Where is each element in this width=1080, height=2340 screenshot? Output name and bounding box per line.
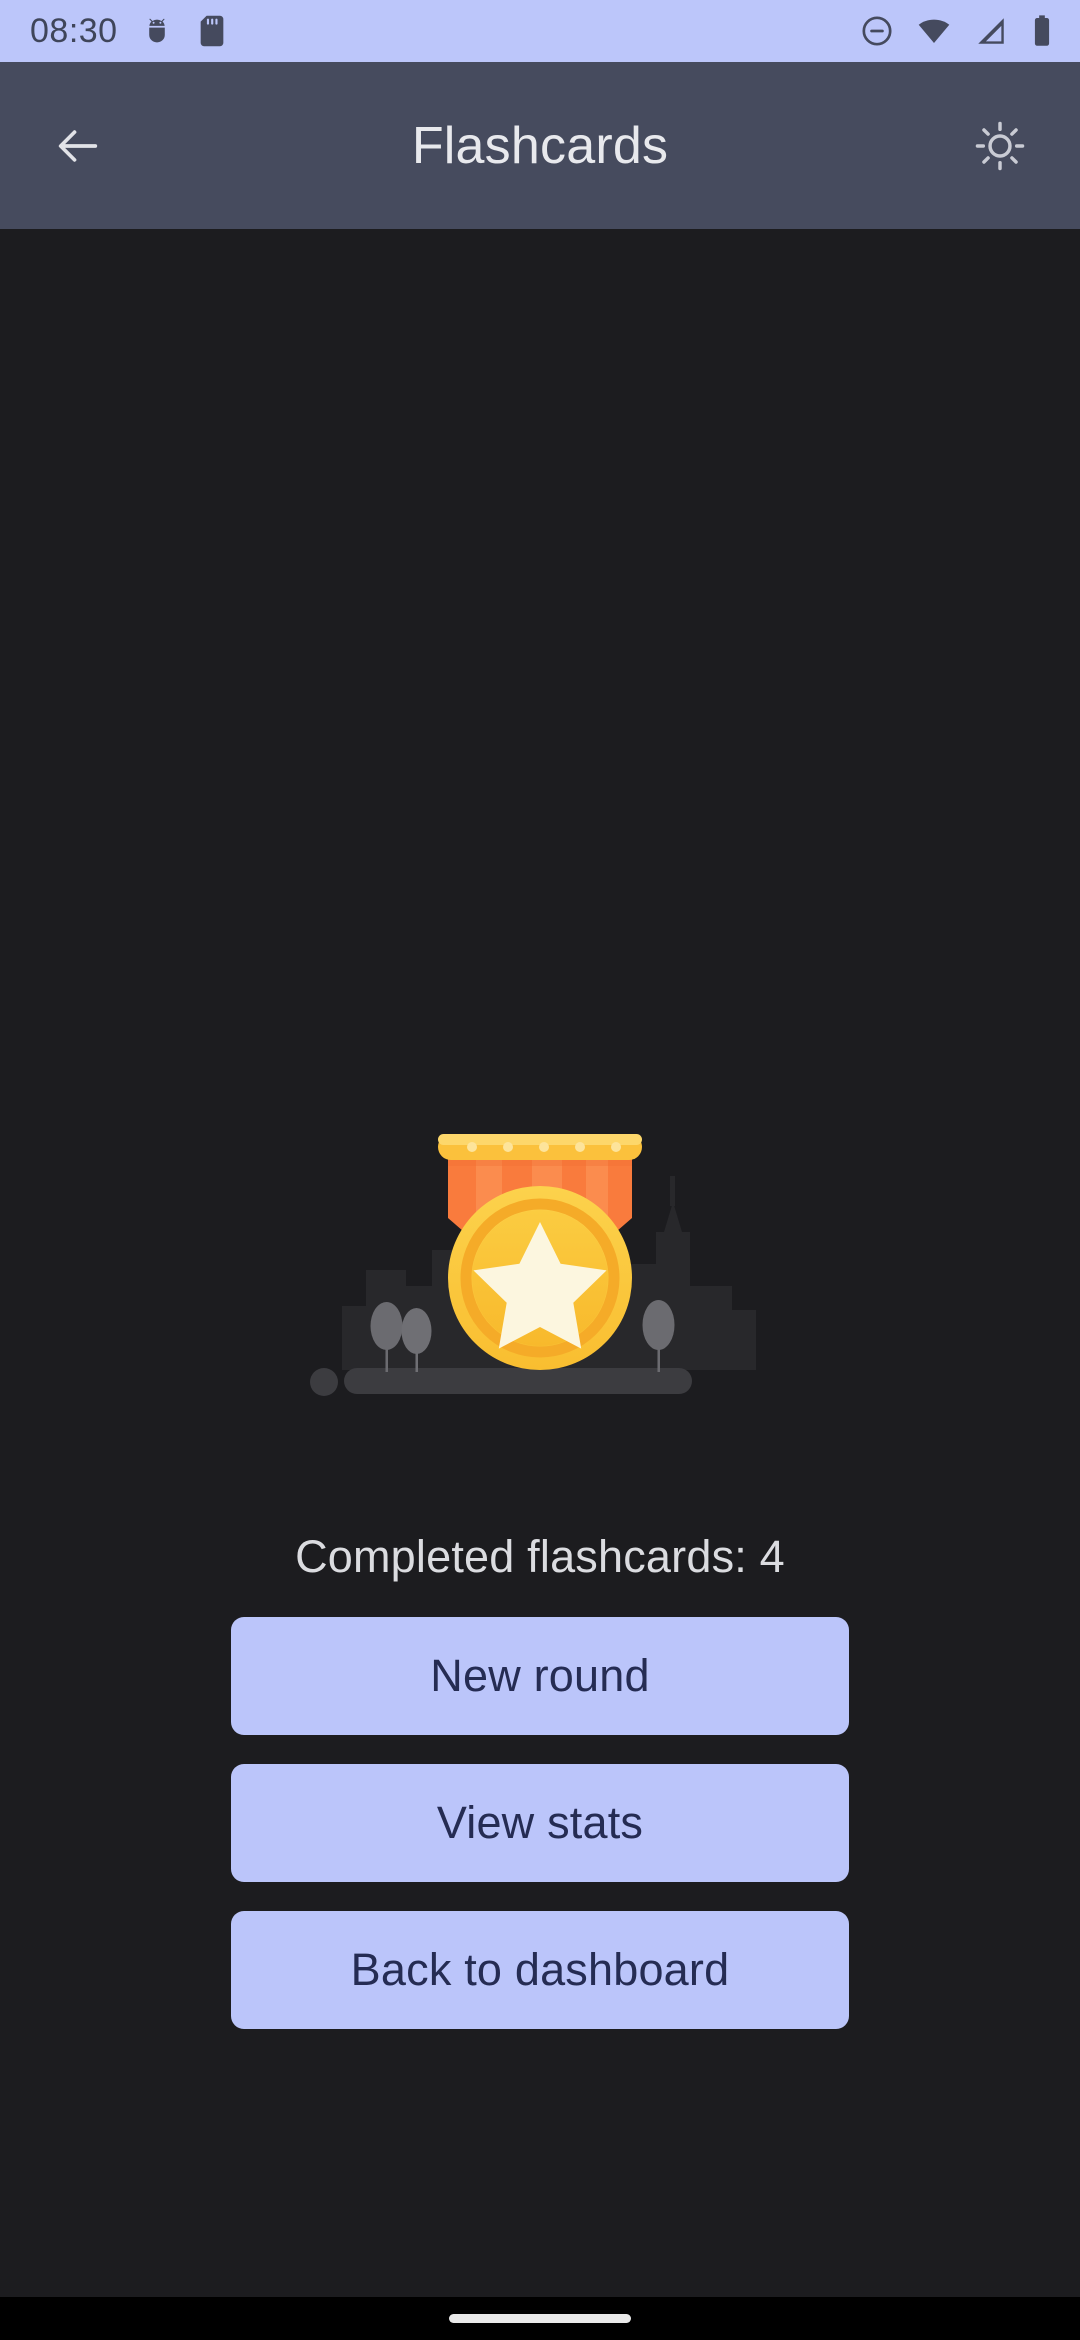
back-to-dashboard-button[interactable]: Back to dashboard <box>231 1911 849 2029</box>
page-title: Flashcards <box>411 116 669 175</box>
status-bar-clock: 08:30 <box>30 12 118 50</box>
medal-coin <box>448 1186 632 1370</box>
view-stats-button[interactable]: View stats <box>231 1764 849 1882</box>
main-content: Completed flashcards: 4 New round View s… <box>0 229 1080 2297</box>
phone-screen: 08:30 Flashcards Completed flashcards: 4… <box>0 0 1080 2340</box>
android-debug-icon <box>148 18 165 43</box>
sd-card-icon <box>200 15 223 47</box>
ground-pebble <box>310 1368 338 1396</box>
completed-flashcards-label: Completed flashcards: 4 <box>295 1531 785 1582</box>
battery-icon <box>1034 15 1050 46</box>
medal-clasp-bar <box>438 1134 642 1160</box>
wifi-icon <box>918 19 950 44</box>
do-not-disturb-icon <box>862 16 892 46</box>
status-bar-right-icons <box>860 14 1054 48</box>
brightness-toggle-button[interactable] <box>956 102 1044 190</box>
home-indicator[interactable] <box>449 2314 631 2323</box>
gold-medal-award-illustration <box>310 1134 756 1396</box>
arrow-left-icon <box>58 129 98 162</box>
brightness-sun-icon <box>975 121 1025 170</box>
action-button-stack: New round View stats Back to dashboard <box>231 1617 849 2029</box>
gesture-navigation-bar <box>0 2297 1080 2340</box>
status-bar: 08:30 <box>0 0 1080 62</box>
cellular-signal-icon <box>978 18 1004 44</box>
app-bar: Flashcards <box>0 62 1080 229</box>
status-bar-left-icons <box>140 14 228 48</box>
new-round-button[interactable]: New round <box>231 1617 849 1735</box>
ground-bar <box>344 1368 692 1394</box>
back-button[interactable] <box>34 102 122 190</box>
